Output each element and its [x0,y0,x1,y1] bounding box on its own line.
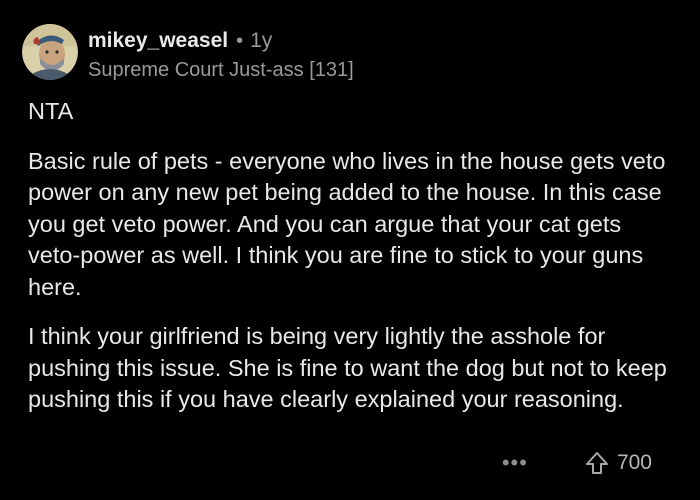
comment: mikey_weasel • 1y Supreme Court Just-ass… [0,0,700,500]
comment-age: 1y [250,29,273,52]
meta-line: mikey_weasel • 1y [88,28,354,54]
vote-score: 700 [616,451,652,474]
comment-body: NTA Basic rule of pets - everyone who li… [28,96,678,416]
avatar[interactable] [22,24,78,80]
comment-paragraph: Basic rule of pets - everyone who lives … [28,147,666,300]
more-options-button[interactable]: ••• [502,452,528,474]
avatar-icon [22,24,78,80]
user-flair: Supreme Court Just-ass [131] [88,59,354,81]
separator-dot: • [236,30,244,52]
comment-actions: ••• 700 [502,450,652,476]
username[interactable]: mikey_weasel [88,28,228,54]
comment-paragraph: I think your girlfriend is being very li… [28,323,667,412]
upvote-arrow-icon[interactable] [584,450,610,476]
comment-header: mikey_weasel • 1y Supreme Court Just-ass… [22,24,354,84]
comment-paragraph: NTA [28,98,74,124]
comment-meta: mikey_weasel • 1y Supreme Court Just-ass… [88,28,354,83]
